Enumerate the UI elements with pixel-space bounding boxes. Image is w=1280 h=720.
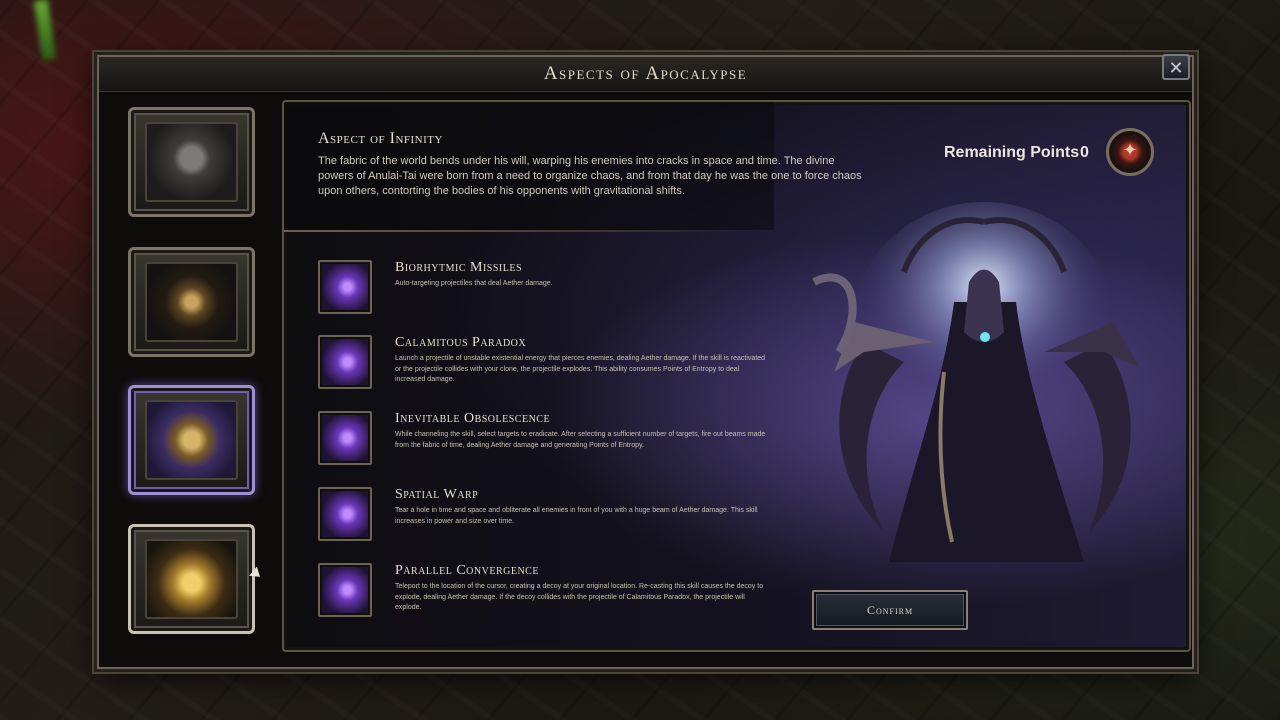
paradox-orb-icon xyxy=(318,335,372,389)
aspect-slot-3[interactable] xyxy=(128,385,255,495)
aspect-details-panel: Aspect of Infinity The fabric of the wor… xyxy=(282,100,1191,652)
confirm-button[interactable]: Confirm xyxy=(812,590,968,630)
aspect-description: The fabric of the world bends under his … xyxy=(318,155,862,197)
window-titlebar: Aspects of Apocalypse xyxy=(99,57,1192,92)
aspect-title: Aspect of Infinity xyxy=(318,130,443,147)
close-button[interactable]: ✕ xyxy=(1162,54,1190,80)
aspect-character-art xyxy=(812,202,1139,562)
window-title: Aspects of Apocalypse xyxy=(543,63,748,84)
aspect-slot-4[interactable] xyxy=(128,524,255,634)
aspect-slot-1[interactable] xyxy=(128,107,255,217)
skill-description: Teleport to the location of the cursor, … xyxy=(395,583,764,611)
skill-name: Spatial Warp xyxy=(395,487,479,502)
skill-name: Parallel Convergence xyxy=(395,563,539,578)
remaining-points-label: Remaining Points xyxy=(944,144,1080,161)
skill-name: Calamitous Paradox xyxy=(395,335,527,350)
aspect-portrait-4 xyxy=(145,539,238,619)
aspect-portrait-1 xyxy=(145,122,238,202)
warp-beam-icon xyxy=(318,487,372,541)
skill-name: Inevitable Obsolescence xyxy=(395,411,551,426)
skill-description: Launch a projectile of unstable existent… xyxy=(395,355,766,383)
missiles-icon xyxy=(318,260,372,314)
skill-description: While channeling the skill, select targe… xyxy=(395,431,766,449)
aspect-slot-2[interactable] xyxy=(128,247,255,357)
close-icon: ✕ xyxy=(1168,58,1184,79)
divider xyxy=(284,230,754,232)
remaining-points-value: 0 xyxy=(1080,144,1089,161)
aspect-portrait-3 xyxy=(145,400,238,480)
skill-name: Biorhytmic Missiles xyxy=(395,260,523,275)
skill-description: Auto-targeting projectiles that deal Aet… xyxy=(395,280,553,287)
points-emblem-icon: ✦ xyxy=(1106,128,1154,176)
teleport-icon xyxy=(318,563,372,617)
skill-description: Tear a hole in time and space and oblite… xyxy=(395,507,758,525)
aspect-portrait-2 xyxy=(145,262,238,342)
beams-icon xyxy=(318,411,372,465)
